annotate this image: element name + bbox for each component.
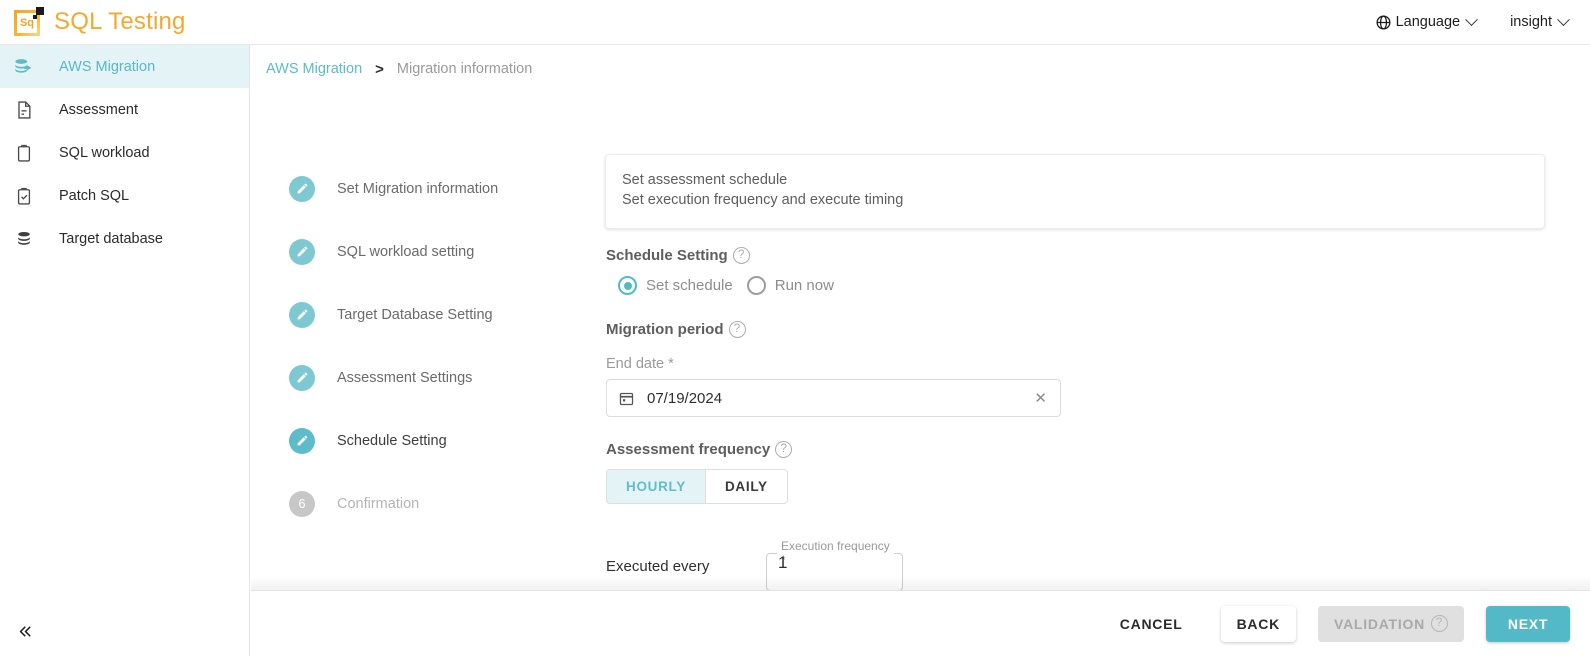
step-assessment-settings[interactable]: Assessment Settings <box>289 346 589 409</box>
execution-frequency-label: Execution frequency * <box>781 539 890 567</box>
database-stack-icon <box>13 228 35 250</box>
execution-frequency-input[interactable]: Execution frequency * 1 <box>766 539 903 591</box>
back-button[interactable]: BACK <box>1220 605 1297 642</box>
schedule-form: Schedule Setting ? Set schedule Run now <box>606 247 1306 591</box>
step-target-database-setting[interactable]: Target Database Setting <box>289 283 589 346</box>
chevron-down-icon <box>1557 12 1570 26</box>
execution-frequency-row: Executed every Execution frequency * 1 <box>606 529 1306 591</box>
end-date-field[interactable]: 07/19/2024 ✕ <box>606 379 1061 417</box>
help-circle-icon[interactable]: ? <box>775 441 793 458</box>
radio-label: Set schedule <box>646 277 733 294</box>
schedule-setting-radio-group: Set schedule Run now <box>618 276 1306 295</box>
info-line-2: Set execution frequency and execute timi… <box>622 192 904 208</box>
app-root: Sq SQL Testing Language insight AWS Migr… <box>0 0 1590 656</box>
globe-icon <box>1376 14 1391 30</box>
sidebar-item-label: Assessment <box>59 101 138 118</box>
sidebar-item-label: SQL workload <box>59 144 150 161</box>
sidebar-item-aws-migration[interactable]: AWS Migration <box>0 45 249 88</box>
section-label: Schedule Setting <box>606 247 728 264</box>
sidebar: AWS Migration Assessment SQL workload Pa… <box>0 45 250 656</box>
assessment-frequency-toggle-group: HOURLY DAILY <box>606 469 788 504</box>
radio-option-run-now[interactable]: Run now <box>746 276 834 295</box>
step-sql-workload-setting[interactable]: SQL workload setting <box>289 220 589 283</box>
clipboard-check-icon <box>13 185 35 207</box>
radio-selected-icon <box>618 276 637 295</box>
end-date-value[interactable]: 07/19/2024 <box>647 390 1020 407</box>
user-menu[interactable]: insight <box>1510 12 1570 30</box>
sidebar-item-assessment[interactable]: Assessment <box>0 88 249 131</box>
step-label: Target Database Setting <box>337 306 493 323</box>
pencil-icon <box>289 427 315 454</box>
toggle-daily[interactable]: DAILY <box>704 470 787 503</box>
help-circle-icon[interactable]: ? <box>732 247 750 264</box>
section-label: Assessment frequency <box>606 441 771 458</box>
info-panel: Set assessment schedule Set execution fr… <box>605 154 1545 229</box>
app-title: SQL Testing <box>54 8 186 35</box>
sidebar-item-label: AWS Migration <box>59 58 156 75</box>
sidebar-nav: AWS Migration Assessment SQL workload Pa… <box>0 45 249 260</box>
wizard-stepper: Set Migration information SQL workload s… <box>289 157 589 535</box>
breadcrumb: AWS Migration > Migration information <box>266 61 532 77</box>
schedule-setting-title: Schedule Setting ? <box>606 247 1306 264</box>
sidebar-item-label: Target database <box>59 230 163 247</box>
chevron-down-icon <box>1465 12 1478 26</box>
app-header: Sq SQL Testing Language insight <box>0 0 1590 45</box>
validation-label: VALIDATION <box>1334 615 1425 632</box>
breadcrumb-separator-icon: > <box>375 60 384 78</box>
language-selector[interactable]: Language <box>1375 12 1478 31</box>
step-set-migration-information[interactable]: Set Migration information <box>289 157 589 220</box>
section-label: Migration period <box>606 321 724 338</box>
step-number-badge: 6 <box>289 490 315 517</box>
help-circle-icon: ? <box>1431 615 1448 632</box>
toggle-hourly[interactable]: HOURLY <box>607 470 705 503</box>
info-line-1: Set assessment schedule <box>622 172 788 188</box>
executed-every-label: Executed every <box>606 558 710 575</box>
radio-option-set-schedule[interactable]: Set schedule <box>618 276 733 295</box>
step-confirmation[interactable]: 6 Confirmation <box>289 472 589 535</box>
radio-unselected-icon <box>746 276 766 295</box>
pencil-icon <box>289 238 315 265</box>
assessment-frequency-title: Assessment frequency ? <box>606 441 1306 458</box>
logo-dot-small <box>33 15 37 19</box>
end-date-label: End date * <box>606 356 674 372</box>
document-icon <box>13 99 35 121</box>
step-label: Set Migration information <box>337 180 499 197</box>
step-label: Assessment Settings <box>337 369 473 386</box>
brand: Sq SQL Testing <box>14 7 186 37</box>
pencil-icon <box>289 301 315 328</box>
next-button[interactable]: NEXT <box>1486 605 1570 642</box>
header-actions: Language insight <box>1375 12 1570 31</box>
logo-dot-large <box>36 7 44 15</box>
radio-label: Run now <box>774 277 834 294</box>
sidebar-item-patch-sql[interactable]: Patch SQL <box>0 174 249 217</box>
clipboard-icon <box>13 142 35 164</box>
content-scroll-area: Set Migration information SQL workload s… <box>251 91 1590 635</box>
language-label: Language <box>1395 14 1461 30</box>
help-circle-icon[interactable]: ? <box>728 321 746 338</box>
step-label: SQL workload setting <box>337 243 475 260</box>
sidebar-collapse-button[interactable] <box>12 618 38 644</box>
cancel-button[interactable]: CANCEL <box>1104 606 1199 642</box>
migration-period-title: Migration period ? <box>606 321 1306 338</box>
footer-actions: CANCEL BACK VALIDATION ? NEXT <box>251 590 1590 656</box>
execution-frequency-value: 1 <box>778 553 788 572</box>
user-label: insight <box>1510 14 1552 30</box>
step-label: Schedule Setting <box>337 432 447 449</box>
sidebar-item-label: Patch SQL <box>59 187 130 204</box>
database-migrate-icon <box>13 56 35 78</box>
sql-logo-icon: Sq <box>14 7 44 37</box>
breadcrumb-root[interactable]: AWS Migration <box>266 61 362 77</box>
chevron-double-left-icon <box>19 625 31 637</box>
step-schedule-setting[interactable]: Schedule Setting <box>289 409 589 472</box>
step-label: Confirmation <box>337 495 420 512</box>
main-content: AWS Migration > Migration information Se… <box>251 45 1590 656</box>
validation-button: VALIDATION ? <box>1318 605 1464 642</box>
pencil-icon <box>289 175 315 202</box>
breadcrumb-current: Migration information <box>396 61 533 77</box>
pencil-icon <box>289 364 315 391</box>
calendar-icon[interactable] <box>618 390 635 407</box>
close-icon[interactable]: ✕ <box>1032 389 1049 408</box>
sidebar-item-target-database[interactable]: Target database <box>0 217 249 260</box>
sidebar-item-sql-workload[interactable]: SQL workload <box>0 131 249 174</box>
